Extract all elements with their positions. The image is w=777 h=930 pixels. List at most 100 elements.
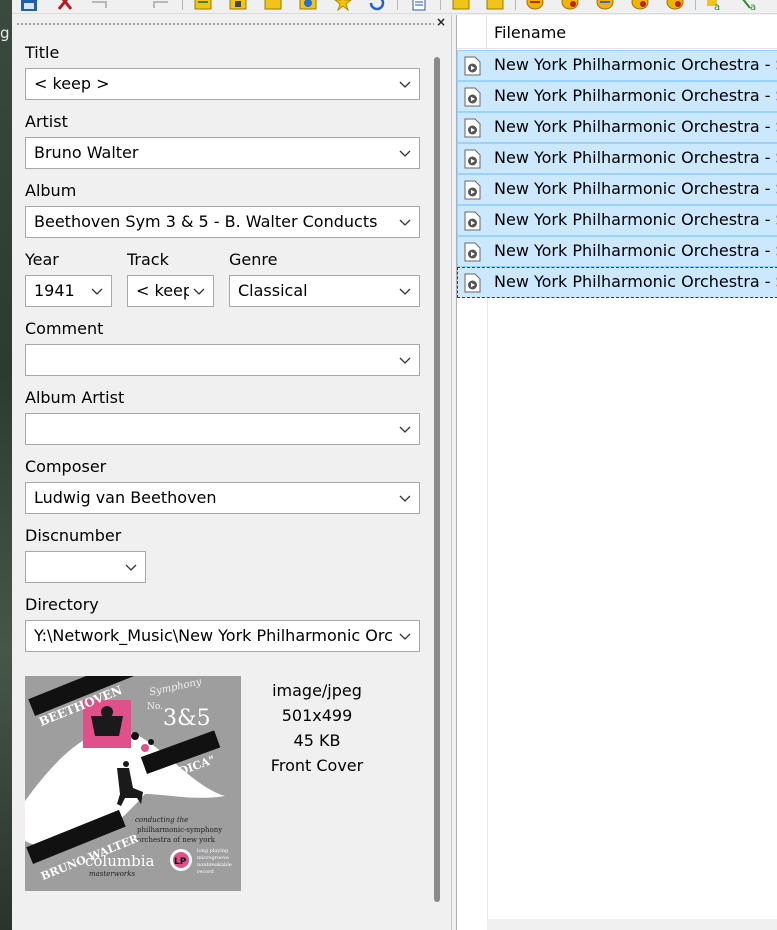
file-row[interactable]: New York Philharmonic Orchestra - S: [457, 143, 777, 174]
file-row[interactable]: New York Philharmonic Orchestra - S: [457, 267, 777, 298]
document-icon[interactable]: [410, 0, 428, 11]
file-row[interactable]: New York Philharmonic Orchestra - S: [457, 174, 777, 205]
composer-value: Ludwig van Beethoven: [34, 488, 217, 507]
discnumber-label: Discnumber: [25, 526, 122, 545]
audio-file-icon: [464, 211, 481, 231]
cover-picture-type: Front Cover: [270, 756, 364, 775]
track-combobox[interactable]: < keep >: [127, 275, 214, 307]
artist-combobox[interactable]: Bruno Walter: [25, 137, 420, 169]
filename-column-header[interactable]: Filename: [494, 23, 566, 43]
favorite-star-icon[interactable]: [334, 0, 352, 11]
directory-combobox[interactable]: Y:\Network_Music\New York Philharmonic O…: [25, 620, 420, 652]
album-artist-combobox[interactable]: [25, 413, 420, 445]
cover-text-columbia: columbia: [85, 852, 155, 870]
year-value: 1941: [34, 281, 75, 300]
audio-file-icon: [464, 149, 481, 169]
convert-icon-2[interactable]: [561, 0, 579, 11]
svg-text:a: a: [714, 2, 720, 11]
tag-panel-scrollbar[interactable]: [434, 57, 440, 902]
convert-icon-5[interactable]: [666, 0, 684, 11]
delete-icon[interactable]: [56, 0, 74, 11]
discnumber-combobox[interactable]: [25, 551, 146, 583]
undo-icon[interactable]: [90, 0, 108, 11]
audio-file-icon: [464, 118, 481, 138]
folder-save-icon[interactable]: [229, 0, 247, 11]
convert-icon-4[interactable]: [631, 0, 649, 11]
file-list-horizontal-scrollbar[interactable]: [487, 919, 777, 930]
audio-file-icon: [464, 56, 481, 76]
genre-combobox[interactable]: Classical: [229, 275, 420, 307]
chevron-down-icon: [91, 288, 103, 295]
file-list: Filename New York Philharmonic Orchestra…: [456, 15, 777, 930]
file-row[interactable]: New York Philharmonic Orchestra - S: [457, 50, 777, 81]
convert-icon-3[interactable]: [596, 0, 614, 11]
chevron-down-icon: [125, 564, 137, 571]
file-row-name: New York Philharmonic Orchestra - S: [494, 179, 777, 198]
cover-mime-type: image/jpeg: [272, 681, 362, 700]
convert-icon-1[interactable]: [526, 0, 544, 11]
chevron-down-icon: [399, 495, 411, 502]
chevron-down-icon: [399, 426, 411, 433]
refresh-icon[interactable]: [368, 0, 386, 11]
cover-art-image[interactable]: LP BEETHOVEN Symphony No. 3&5 "EROICA" c…: [25, 676, 241, 891]
composer-label: Composer: [25, 457, 107, 476]
folder-open-icon[interactable]: [194, 0, 212, 11]
audio-file-icon: [464, 87, 481, 107]
cover-file-size: 45 KB: [293, 731, 341, 750]
album-artist-label: Album Artist: [25, 388, 125, 407]
artist-label: Artist: [25, 112, 68, 131]
save-icon[interactable]: [20, 0, 38, 11]
file-row-name: New York Philharmonic Orchestra - S: [494, 55, 777, 74]
chevron-down-icon: [399, 633, 411, 640]
text-case-icon-1[interactable]: a: [706, 0, 724, 11]
file-row-name: New York Philharmonic Orchestra - S: [494, 117, 777, 136]
file-row[interactable]: New York Philharmonic Orchestra - S: [457, 112, 777, 143]
cover-text-long-playing: long playing: [197, 848, 229, 854]
album-value: Beethoven Sym 3 & 5 - B. Walter Conducts: [34, 212, 378, 231]
cover-text-phil: philharmonic-symphony: [137, 826, 223, 834]
year-label: Year: [25, 250, 59, 269]
panel-drag-grip[interactable]: [12, 17, 452, 33]
track-label: Track: [127, 250, 169, 269]
file-row-name: New York Philharmonic Orchestra - S: [494, 148, 777, 167]
folder-yellow-icon[interactable]: [486, 0, 504, 11]
chevron-down-icon: [399, 219, 411, 226]
file-row[interactable]: New York Philharmonic Orchestra - S: [457, 205, 777, 236]
text-case-icon-2[interactable]: a: [740, 0, 758, 11]
file-row-name: New York Philharmonic Orchestra - S: [494, 210, 777, 229]
file-row-name: New York Philharmonic Orchestra - S: [494, 86, 777, 105]
folder-up-icon[interactable]: [452, 0, 470, 11]
chevron-down-icon: [399, 288, 411, 295]
title-label: Title: [25, 43, 60, 62]
album-label: Album: [25, 181, 77, 200]
playlist-icon[interactable]: [299, 0, 317, 11]
cover-lp-text: LP: [174, 857, 187, 867]
file-row[interactable]: New York Philharmonic Orchestra - S: [457, 236, 777, 267]
cover-text-no: No.: [147, 702, 163, 712]
comment-combobox[interactable]: [25, 344, 420, 376]
cover-text-conducting: conducting the: [135, 816, 189, 824]
title-combobox[interactable]: < keep >: [25, 68, 420, 100]
artist-value: Bruno Walter: [34, 143, 139, 162]
toolbar-separator: [695, 0, 696, 10]
composer-combobox[interactable]: Ludwig van Beethoven: [25, 482, 420, 514]
audio-file-icon: [464, 273, 481, 293]
directory-label: Directory: [25, 595, 99, 614]
folder-icon[interactable]: [264, 0, 282, 11]
album-combobox[interactable]: Beethoven Sym 3 & 5 - B. Walter Conducts: [25, 206, 420, 238]
file-row[interactable]: New York Philharmonic Orchestra - S: [457, 81, 777, 112]
chevron-down-icon: [193, 288, 205, 295]
directory-value: Y:\Network_Music\New York Philharmonic O…: [34, 626, 393, 645]
comment-label: Comment: [25, 319, 104, 338]
year-combobox[interactable]: 1941: [25, 275, 112, 307]
cover-text-nonbreakable: nonbreakable: [197, 862, 232, 868]
redo-icon[interactable]: [152, 0, 170, 11]
file-row-name: New York Philharmonic Orchestra - S: [494, 272, 777, 291]
desktop-background-strip: [0, 0, 12, 930]
icon-column-header[interactable]: [457, 15, 487, 49]
panel-close-button[interactable]: ×: [435, 15, 447, 29]
toolbar-separator: [182, 0, 183, 10]
cover-text-3and5: 3&5: [163, 706, 211, 731]
svg-text:a: a: [750, 2, 756, 11]
chevron-down-icon: [399, 81, 411, 88]
